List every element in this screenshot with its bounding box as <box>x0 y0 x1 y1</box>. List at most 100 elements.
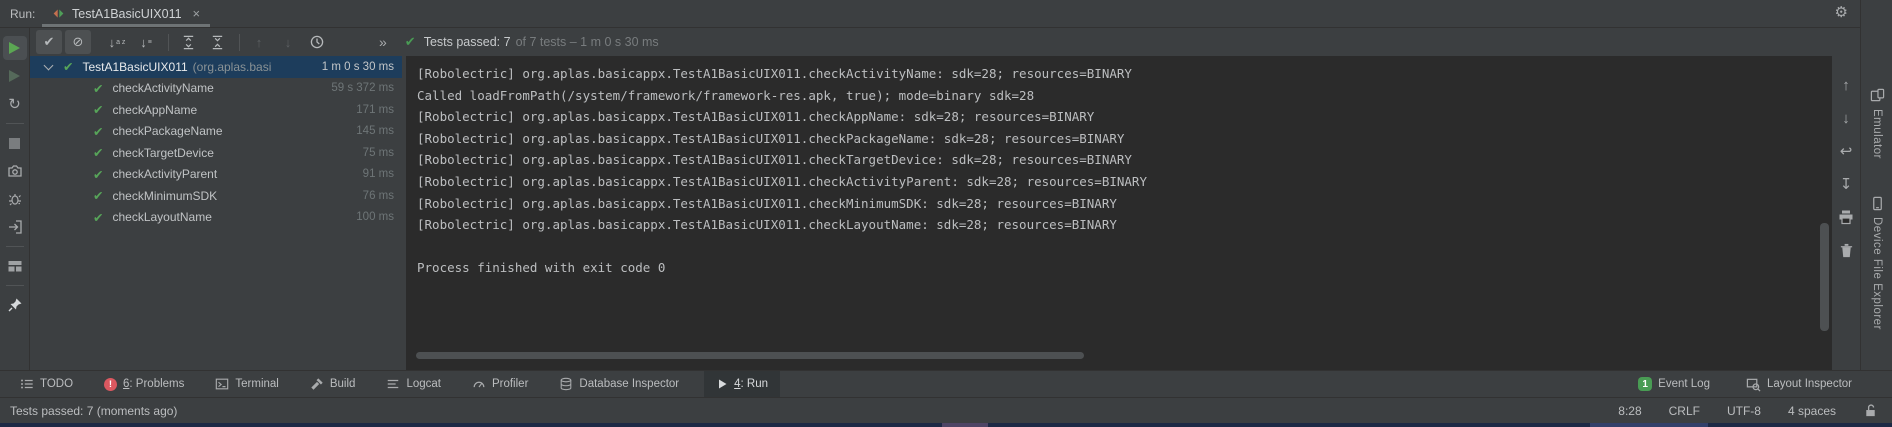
test-row[interactable]: ✔ checkMinimumSDK 76 ms <box>30 185 402 207</box>
stop-button[interactable] <box>3 131 27 155</box>
down-stack-trace-button[interactable]: ↓ <box>1835 107 1857 129</box>
toggle-auto-test-button[interactable]: ↻ <box>3 92 27 116</box>
expand-all-icon <box>181 35 196 50</box>
suite-passed-icon: ✔ <box>63 59 73 74</box>
soft-wrap-button[interactable]: ↩ <box>1835 140 1857 162</box>
device-icon <box>1870 196 1885 211</box>
run-play-icon <box>716 378 728 390</box>
sort-arrow-icon: ↓ <box>140 35 147 50</box>
test-row[interactable]: ✔ checkPackageName 145 ms <box>30 121 402 143</box>
close-icon[interactable]: × <box>193 6 201 21</box>
taskbar-segment <box>1590 423 1708 427</box>
test-row[interactable]: ✔ checkActivityParent 91 ms <box>30 164 402 186</box>
test-runner-toolbar: ✔ ⊘ ↓ a z ↓ ≡ ↑ ↓ » ✔ Tests <box>30 28 1860 56</box>
stop-icon <box>9 138 20 149</box>
test-name: checkPackageName <box>112 124 222 138</box>
toolbar-overflow-icon[interactable]: » <box>379 34 387 50</box>
auto-test-icon: ↻ <box>8 97 21 112</box>
show-ignored-button[interactable]: ⊘ <box>65 30 91 54</box>
suite-duration: 1 m 0 s 30 ms <box>322 61 394 73</box>
test-name: checkAppName <box>112 103 197 117</box>
test-duration: 59 s 372 ms <box>331 82 394 94</box>
taskbar-segment <box>942 423 988 427</box>
print-button[interactable] <box>1835 206 1857 228</box>
test-row[interactable]: ✔ checkTargetDevice 75 ms <box>30 142 402 164</box>
rerun-button[interactable] <box>3 36 27 60</box>
test-passed-icon: ✔ <box>93 124 103 139</box>
summary-detail: of 7 tests – 1 m 0 s 30 ms <box>516 35 659 49</box>
toolwindow-label: 4: Run <box>734 378 768 390</box>
run-configuration-tab[interactable]: TestA1BasicUIX011 × <box>42 0 210 27</box>
test-name: checkMinimumSDK <box>112 189 217 203</box>
encoding-widget[interactable]: UTF-8 <box>1727 404 1761 418</box>
expand-all-button[interactable] <box>175 30 201 54</box>
toolwindow-problems[interactable]: ! 6: Problems <box>98 371 190 397</box>
test-row[interactable]: ✔ checkLayoutName 100 ms <box>30 207 402 229</box>
stripe-item-device-file-explorer[interactable]: Device File Explorer <box>1861 196 1892 330</box>
screenshot-button[interactable] <box>3 159 27 183</box>
toolwindow-profiler[interactable]: Profiler <box>466 371 534 397</box>
collapse-all-button[interactable] <box>204 30 230 54</box>
pin-tab-button[interactable] <box>3 293 27 317</box>
vertical-scrollbar[interactable] <box>1820 223 1829 331</box>
separator <box>6 285 24 286</box>
status-right-widgets: 8:28 CRLF UTF-8 4 spaces <box>1618 403 1892 418</box>
toolwindow-run[interactable]: 4: Run <box>704 371 780 397</box>
test-suite-row[interactable]: ✔ TestA1BasicUIX011 (org.aplas.basi 1 m … <box>30 56 402 78</box>
toolwindow-terminal[interactable]: Terminal <box>209 371 284 397</box>
event-log-button[interactable]: 1 Event Log <box>1632 377 1716 391</box>
next-failed-test-button[interactable]: ↓ <box>275 30 301 54</box>
toolwindow-label: TODO <box>40 378 73 390</box>
play-failed-icon <box>9 70 20 82</box>
console-line: [Robolectric] org.aplas.basicappx.TestA1… <box>417 106 1832 128</box>
scroll-to-end-icon: ↧ <box>1840 175 1853 193</box>
line-ending-widget[interactable]: CRLF <box>1669 404 1700 418</box>
toolwindow-label: Profiler <box>492 378 528 390</box>
toolwindow-todo[interactable]: TODO <box>14 371 79 397</box>
test-duration: 75 ms <box>363 147 394 159</box>
unlock-icon[interactable] <box>1863 403 1878 418</box>
attach-debugger-button[interactable] <box>3 187 27 211</box>
test-row[interactable]: ✔ checkActivityName 59 s 372 ms <box>30 78 402 100</box>
restore-layout-button[interactable] <box>3 254 27 278</box>
test-name: checkActivityParent <box>112 167 217 181</box>
toolwindow-database-inspector[interactable]: Database Inspector <box>553 371 685 397</box>
previous-failed-test-button[interactable]: ↑ <box>246 30 272 54</box>
console-line: [Robolectric] org.aplas.basicappx.TestA1… <box>417 63 1832 85</box>
stripe-item-emulator[interactable]: Emulator <box>1861 88 1892 159</box>
sort-by-duration-button[interactable]: ↓ ≡ <box>133 30 159 54</box>
sort-alphabetically-button[interactable]: ↓ a z <box>104 30 130 54</box>
scroll-to-end-button[interactable]: ↧ <box>1835 173 1857 195</box>
import-icon <box>7 219 23 235</box>
clear-console-button[interactable] <box>1835 239 1857 261</box>
profiler-icon <box>472 377 486 391</box>
console-line: Called loadFromPath(/system/framework/fr… <box>417 85 1832 107</box>
toolwindow-label: Terminal <box>235 378 278 390</box>
caret-position-widget[interactable]: 8:28 <box>1618 404 1641 418</box>
import-test-results-button[interactable] <box>3 215 27 239</box>
chevron-down-icon[interactable] <box>44 60 54 70</box>
layout-inspector-label: Layout Inspector <box>1767 378 1852 390</box>
arrow-up-icon: ↑ <box>1842 77 1850 94</box>
rerun-failed-button[interactable] <box>3 64 27 88</box>
sort-duration-icon: ≡ <box>148 39 152 46</box>
up-stack-trace-button[interactable]: ↑ <box>1835 74 1857 96</box>
separator <box>168 34 169 51</box>
indent-widget[interactable]: 4 spaces <box>1788 404 1836 418</box>
toolwindow-logcat[interactable]: Logcat <box>380 371 447 397</box>
test-history-button[interactable] <box>304 30 330 54</box>
horizontal-scrollbar[interactable] <box>416 352 1084 359</box>
event-log-badge: 1 <box>1638 377 1652 391</box>
console-output[interactable]: [Robolectric] org.aplas.basicappx.TestA1… <box>406 56 1832 370</box>
test-row[interactable]: ✔ checkAppName 171 ms <box>30 99 402 121</box>
toolwindow-label: Build <box>330 378 356 390</box>
check-icon: ✔ <box>44 34 55 50</box>
show-passed-button[interactable]: ✔ <box>36 30 62 54</box>
pin-icon <box>7 297 23 313</box>
test-summary: ✔ Tests passed: 7 of 7 tests – 1 m 0 s 3… <box>405 34 659 50</box>
suite-package: (org.aplas.basi <box>193 60 272 74</box>
right-tool-stripe: Emulator Device File Explorer <box>1860 0 1892 370</box>
gear-icon[interactable]: ⚙ <box>1835 5 1848 21</box>
toolwindow-build[interactable]: Build <box>304 371 362 397</box>
layout-inspector-button[interactable]: Layout Inspector <box>1740 377 1858 392</box>
